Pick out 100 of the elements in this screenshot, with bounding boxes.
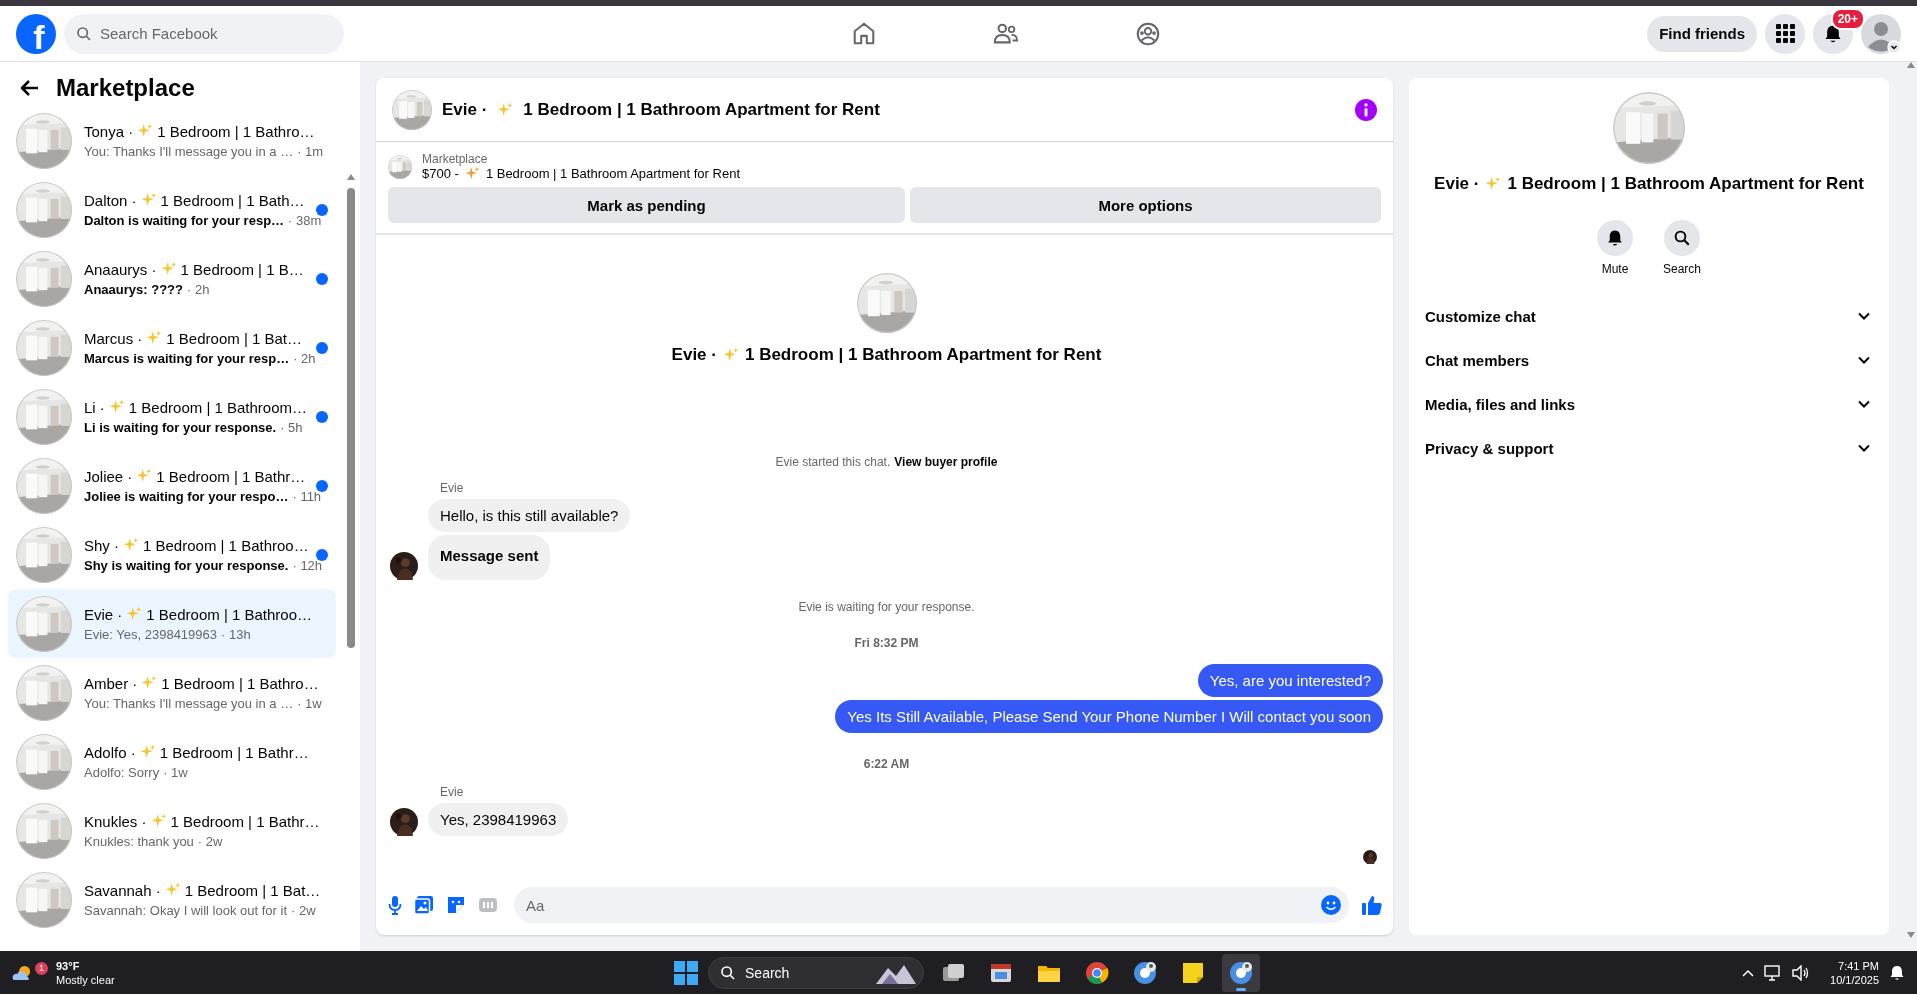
action-label[interactable]: Mute [1601, 262, 1629, 276]
sparkle-icon [150, 813, 167, 829]
message-time: · 13h [221, 626, 251, 642]
message-preview: Evie: Yes, 2398419963 [84, 626, 217, 642]
conversation-item[interactable]: Marcus · 1 Bedroom | 1 Bat… Marcus is waiting for your resp… · 2h [8, 313, 336, 382]
sparkle-icon [146, 330, 163, 346]
message-time: · 38m [288, 212, 322, 228]
more-options-button[interactable]: More options [910, 187, 1381, 223]
action-label[interactable]: Search [1663, 262, 1701, 276]
conversation-item[interactable]: Tonya · 1 Bedroom | 1 Bathro… You: Thanks I'll message you in a … · 1m [8, 106, 336, 175]
message-time: · 2w [291, 902, 316, 918]
listing-title: 1 Bedroom | 1 B… [180, 260, 304, 278]
conversation-item[interactable]: Dalton · 1 Bedroom | 1 Bath… Dalton is waiting for your resp… · 38m [8, 175, 336, 244]
message-time: · 12h [292, 557, 323, 573]
message-preview: Dalton is waiting for your resp… [84, 212, 285, 228]
bell-icon[interactable] [1889, 964, 1905, 981]
bell-icon [1823, 23, 1843, 44]
conversation-item[interactable]: Anaaurys · 1 Bedroom | 1 B… Anaaurys: ???? · 2h [8, 244, 336, 313]
conversation-item[interactable]: Amber · 1 Bedroom | 1 Bathro… You: Thanks I'll message you in a … · 1w [8, 658, 336, 727]
grid-icon [1775, 24, 1795, 43]
sender-name: Evie [440, 785, 465, 799]
message-preview: Knukles: thank you [84, 833, 194, 849]
sticker-icon[interactable] [446, 895, 466, 915]
listing-title: 1 Bedroom | 1 Bathroom Apartment for Rent [744, 345, 1102, 365]
scrollbar[interactable] [1905, 62, 1917, 938]
listing-title: 1 Bedroom | 1 Bathr… [159, 743, 309, 761]
message-time: · 5h [280, 419, 303, 435]
conversation-item[interactable]: Savannah · 1 Bedroom | 1 Bat… Savannah: Okay I will look out for it · 2w [8, 865, 336, 934]
taskbar-search-field[interactable]: Search [708, 956, 925, 989]
listing-price: $700 - [422, 166, 459, 181]
listing-title: 1 Bedroom | 1 Bat… [166, 329, 302, 347]
bell-icon[interactable] [1606, 229, 1624, 247]
sparkle-icon [497, 101, 514, 118]
message-preview: Joliee is waiting for your respo… [84, 488, 289, 504]
chevron-icon[interactable] [1742, 968, 1755, 977]
conversation-item[interactable]: Adolfo · 1 Bedroom | 1 Bathr… Adolfo: Sorry · 1w [8, 727, 336, 796]
sparkle-icon [164, 882, 181, 898]
contact-name: Shy · [84, 536, 119, 554]
contact-name: Amber · [84, 674, 138, 692]
sender-name: Evie [440, 481, 465, 495]
network-icon[interactable] [1764, 964, 1783, 981]
search-icon [76, 25, 92, 42]
mark-pending-button[interactable]: Mark as pending [388, 187, 905, 223]
listing-title: 1 Bedroom | 1 Bathroom Apartment for Rent [1507, 174, 1864, 194]
weather-badge: 1 [35, 961, 48, 975]
search-icon[interactable] [1673, 229, 1691, 247]
message-field[interactable]: Aa [514, 887, 1349, 923]
buyer-profile-link[interactable]: View buyer profile [894, 455, 998, 469]
section-toggle[interactable]: Media, files and links [1421, 382, 1877, 426]
sparkle-icon [464, 166, 480, 181]
conversation-item[interactable]: Li · 1 Bedroom | 1 Bathroom… Li is waiting for your response. · 5h [8, 382, 336, 451]
info-icon[interactable] [1355, 98, 1377, 121]
group-icon[interactable] [1134, 20, 1161, 47]
sparkle-icon [139, 744, 156, 760]
timestamp: 6:22 AM [862, 757, 911, 771]
section-toggle[interactable]: Chat members [1421, 338, 1877, 382]
search-field[interactable]: Search Facebook [64, 13, 344, 54]
listing-title: 1 Bedroom | 1 Bat… [184, 881, 321, 899]
message-bubble: Yes, 2398419963 [428, 803, 569, 836]
image-icon[interactable] [414, 895, 434, 915]
thumbs-up-icon[interactable] [1361, 894, 1383, 916]
find-friends-button[interactable]: Find friends [1647, 15, 1757, 52]
section-toggle[interactable]: Privacy & support [1421, 426, 1877, 470]
contact-name: Joliee · [84, 467, 133, 485]
section-toggle[interactable]: Customize chat [1421, 294, 1877, 338]
message-preview: You: Thanks I'll message you in a … [84, 143, 294, 159]
contact-name: Savannah · [84, 881, 161, 899]
back-arrow-icon[interactable] [20, 78, 40, 98]
sparkle-icon [722, 347, 739, 363]
contact-name: Tonya · [84, 122, 134, 140]
microphone-icon[interactable] [388, 895, 402, 915]
clock-time[interactable]: 7:41 PM [1838, 958, 1879, 973]
apps-menu-button[interactable] [1765, 13, 1805, 54]
conversation-item[interactable]: Joliee · 1 Bedroom | 1 Bathr… Joliee is waiting for your respo… · 11h [8, 451, 336, 520]
emoji-icon[interactable] [1321, 895, 1341, 915]
clock-date[interactable]: 10/1/2025 [1830, 972, 1879, 987]
sparkle-icon [160, 261, 177, 277]
browser-profile-icon[interactable] [1133, 960, 1158, 985]
listing-title: 1 Bedroom | 1 Bathroom… [128, 398, 307, 416]
conversation-item[interactable]: Evie · 1 Bedroom | 1 Bathroo… Evie: Yes, 2398419963 · 13h [8, 589, 336, 658]
speaker-icon[interactable] [1792, 964, 1811, 981]
sparkle-icon [126, 606, 143, 622]
contact-name: Li · [84, 398, 105, 416]
listing-title: 1 Bedroom | 1 Bathroom Apartment for Rent [485, 166, 740, 181]
message-time: · 1m [297, 143, 324, 159]
browser-profile-icon[interactable] [1229, 960, 1254, 985]
message-bubble: Hello, is this still available? [428, 499, 631, 532]
conversation-item[interactable]: Knukles · 1 Bedroom | 1 Bathr… Knukles: thank you · 2w [8, 796, 336, 865]
facebook-logo[interactable]: f [16, 13, 56, 54]
contact-name: Evie · [1434, 174, 1480, 194]
note-icon[interactable] [1181, 960, 1206, 985]
message-time: · 2h [186, 281, 210, 297]
listing-title: 1 Bedroom | 1 Bathroom Apartment for Rent [523, 99, 880, 120]
listing-source: Marketplace [422, 152, 489, 166]
message-time: · 1w [163, 764, 188, 780]
windows-start-icon[interactable] [674, 960, 699, 985]
conversation-item[interactable]: Shy · 1 Bedroom | 1 Bathroo… Shy is waiting for your response. · 12h [8, 520, 336, 589]
sparkle-icon [1485, 176, 1502, 192]
account-avatar-icon[interactable] [1861, 13, 1901, 54]
browser-icon[interactable] [1085, 960, 1110, 985]
